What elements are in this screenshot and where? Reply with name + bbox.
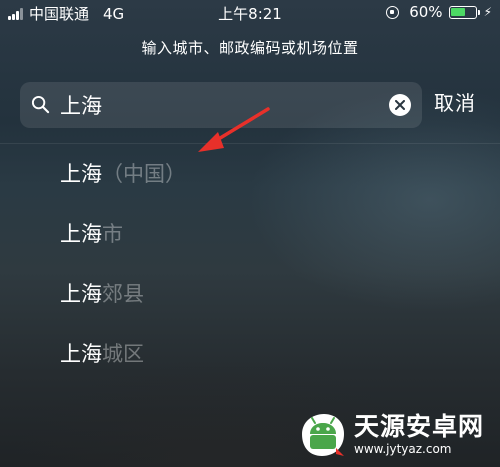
close-icon xyxy=(395,100,405,110)
result-item[interactable]: 上海市 xyxy=(60,219,123,249)
result-rest-text: 郊县 xyxy=(102,282,144,306)
result-rest-text: 市 xyxy=(102,222,123,246)
search-input[interactable] xyxy=(60,89,380,121)
result-match-text: 上海 xyxy=(60,222,102,246)
watermark-title: 天源安卓网 xyxy=(354,412,485,441)
search-box[interactable] xyxy=(20,82,422,128)
status-bar: 中国联通 4G 上午8:21 60% ⚡ xyxy=(0,0,500,24)
status-right: 60% ⚡ xyxy=(386,3,492,21)
watermark-url: www.jytyaz.com xyxy=(354,442,452,456)
battery-cap xyxy=(477,9,480,15)
battery-fill xyxy=(451,8,465,16)
clear-button[interactable] xyxy=(389,94,411,116)
weather-city-search-screen: 中国联通 4G 上午8:21 60% ⚡ 输入城市、邮政编码或机场位置 取消 xyxy=(0,0,500,467)
result-item[interactable]: 上海（中国） xyxy=(60,159,186,189)
divider xyxy=(0,143,500,144)
result-match-text: 上海 xyxy=(60,282,102,306)
result-match-text: 上海 xyxy=(60,342,102,366)
rotation-lock-icon xyxy=(386,5,400,19)
result-rest-text: （中国） xyxy=(102,162,186,186)
result-rest-text: 城区 xyxy=(102,342,144,366)
android-logo-icon xyxy=(302,414,344,456)
search-icon xyxy=(31,95,50,114)
result-match-text: 上海 xyxy=(60,162,102,186)
battery-icon xyxy=(448,5,477,19)
cancel-button[interactable]: 取消 xyxy=(434,87,476,116)
result-item[interactable]: 上海郊县 xyxy=(60,279,144,309)
search-prompt: 输入城市、邮政编码或机场位置 xyxy=(141,39,359,57)
charging-bolt-icon: ⚡ xyxy=(483,5,492,19)
battery-percent: 60% xyxy=(409,3,443,21)
watermark: 天源安卓网 www.jytyaz.com xyxy=(296,408,484,460)
result-item[interactable]: 上海城区 xyxy=(60,339,144,369)
